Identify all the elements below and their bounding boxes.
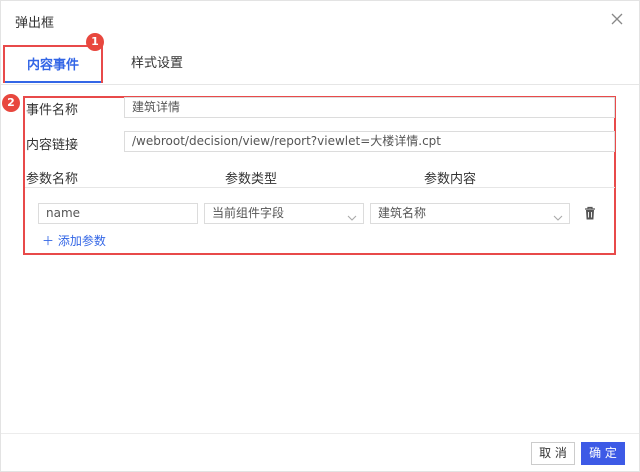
chevron-down-icon: [347, 209, 357, 221]
event-name-label: 事件名称: [26, 103, 79, 118]
param-content-select[interactable]: 建筑名称: [370, 203, 570, 224]
param-type-select[interactable]: 当前组件字段: [204, 203, 364, 224]
param-content-header: 参数内容: [424, 172, 477, 187]
event-name-input[interactable]: 建筑详情: [124, 97, 615, 118]
tab-content-event[interactable]: 内容事件: [3, 45, 103, 83]
param-type-header: 参数类型: [225, 172, 278, 187]
param-name-header: 参数名称: [26, 172, 79, 187]
tab-style-settings[interactable]: 样式设置: [119, 45, 195, 83]
params-header-divider: [25, 187, 615, 188]
add-param-button[interactable]: ＋ 添加参数: [42, 232, 106, 249]
param-type-value: 当前组件字段: [212, 206, 285, 220]
content-link-label: 内容链接: [26, 138, 79, 153]
trash-icon[interactable]: [583, 206, 597, 221]
chevron-down-icon: [553, 209, 563, 221]
param-content-value: 建筑名称: [378, 206, 427, 220]
annotation-badge-2: 2: [2, 94, 20, 112]
cancel-button[interactable]: 取 消: [531, 442, 575, 465]
popup-dialog: 弹出框 内容事件 样式设置 1 2 事件名称 建筑详情 内容链接 /webroo…: [0, 0, 640, 472]
param-name-input[interactable]: name: [38, 203, 198, 224]
dialog-title: 弹出框: [15, 16, 55, 31]
annotation-highlight-box: [23, 96, 616, 255]
footer-divider: [1, 433, 639, 434]
annotation-badge-1: 1: [86, 33, 104, 51]
content-link-input[interactable]: /webroot/decision/view/report?viewlet=大楼…: [124, 131, 615, 152]
close-icon[interactable]: [607, 9, 627, 29]
confirm-button[interactable]: 确 定: [581, 442, 625, 465]
tabs-divider: [1, 84, 639, 85]
